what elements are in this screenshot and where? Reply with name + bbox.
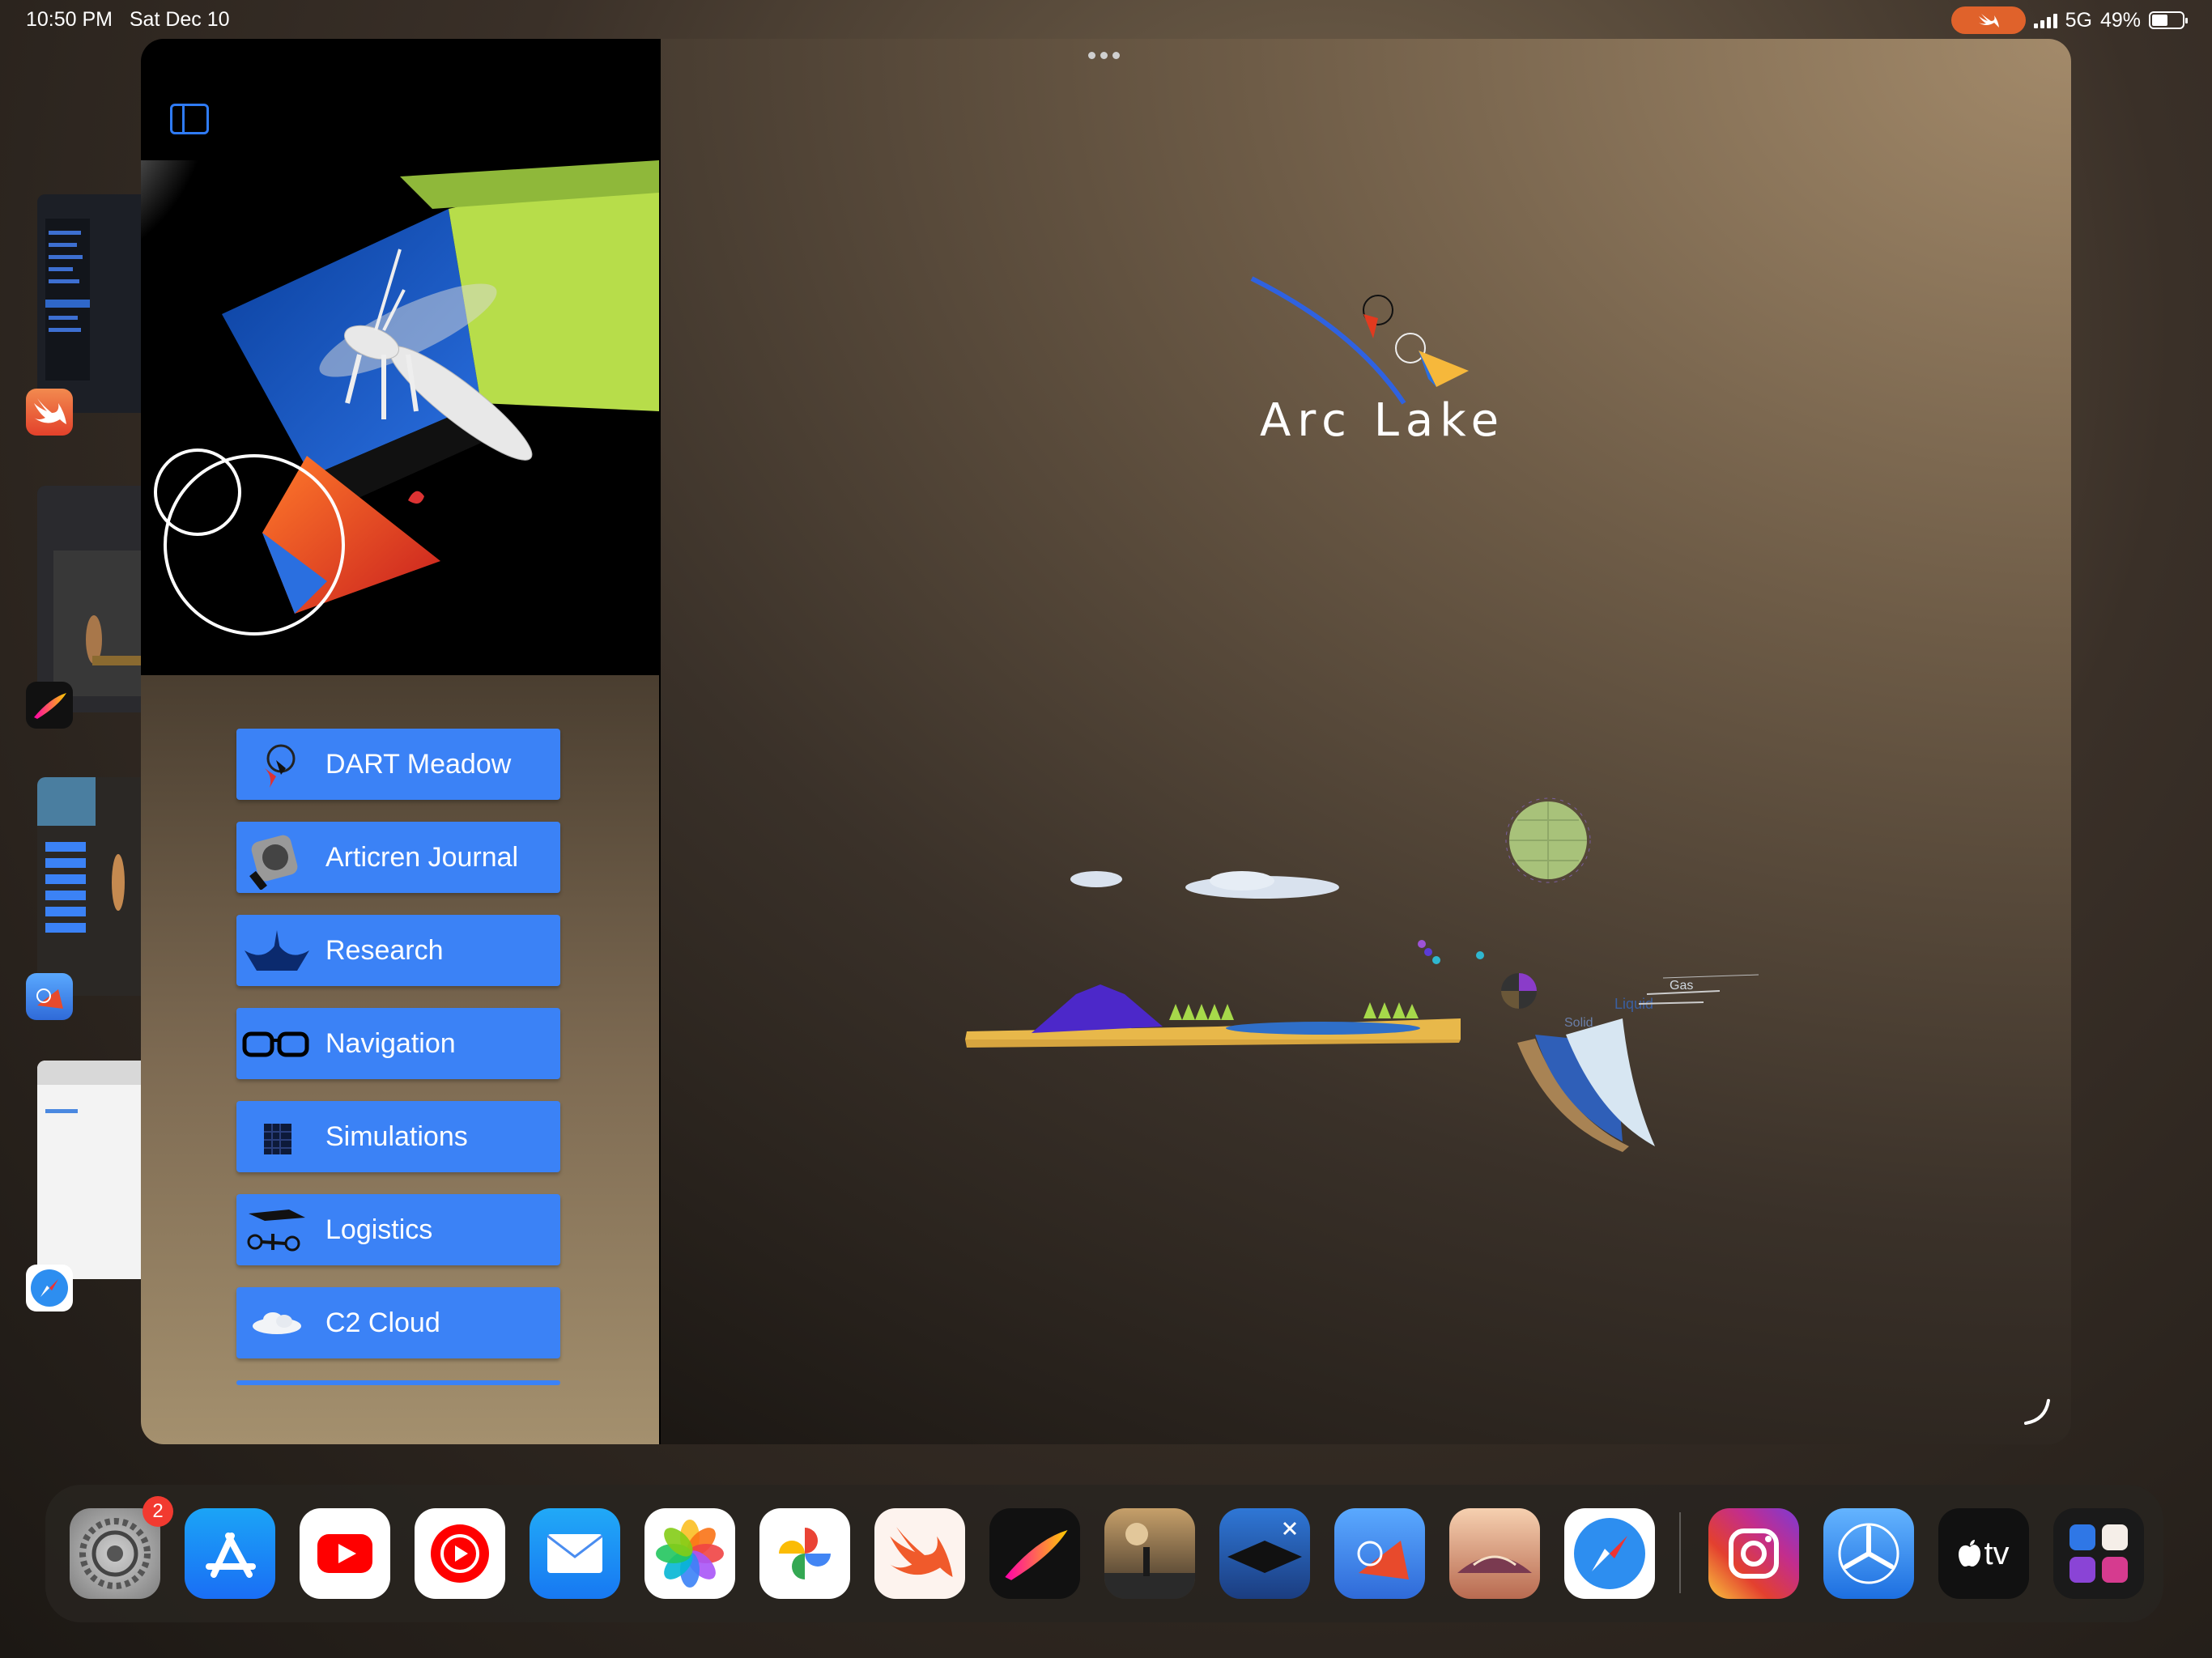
dock: tv	[45, 1485, 2163, 1622]
arc-lake-scene[interactable]: Arc Lake Solid Liquid Gas	[141, 39, 2071, 1444]
arc-lake-dock-icon[interactable]	[1334, 1508, 1425, 1599]
app-library-icon[interactable]	[2053, 1508, 2144, 1599]
app-window: DART Meadow Articren Journal Research Na…	[141, 39, 2071, 1444]
game-app-icon[interactable]	[1104, 1508, 1195, 1599]
mail-icon[interactable]	[530, 1508, 620, 1599]
app-thumbnail-swift[interactable]	[37, 194, 143, 413]
app-thumbnail-procreate[interactable]	[37, 486, 143, 712]
arc-lake-logo-text: Arc Lake	[1260, 394, 1505, 447]
settings-notification-badge: 2	[143, 1496, 173, 1527]
battery-icon	[2149, 11, 2188, 29]
cellular-signal-icon	[2033, 12, 2057, 28]
cloud-small	[1070, 871, 1122, 887]
phase-diagram: Solid Liquid Gas	[1517, 974, 1759, 1152]
app-thumbnail-arc-lake[interactable]	[37, 777, 143, 996]
status-time-date: 10:50 PM Sat Dec 10	[26, 8, 230, 31]
status-right: 5G 49%	[1950, 6, 2188, 34]
procreate-dock-icon[interactable]	[989, 1508, 1080, 1599]
testflight-icon[interactable]	[1823, 1508, 1914, 1599]
apple-tv-icon[interactable]: tv	[1938, 1508, 2029, 1599]
app-thumbnail-safari[interactable]	[37, 1061, 143, 1279]
globe	[1505, 797, 1591, 883]
swift-icon[interactable]	[26, 389, 73, 436]
battery-percentage: 49%	[2099, 8, 2141, 32]
swift-playgrounds-icon[interactable]	[874, 1508, 965, 1599]
arc-lake-app-icon[interactable]	[26, 973, 73, 1020]
photos-icon[interactable]	[644, 1508, 735, 1599]
status-bar: 10:50 PM Sat Dec 10 5G 49%	[0, 0, 2212, 39]
youtube-icon[interactable]	[300, 1508, 390, 1599]
procreate-icon[interactable]	[26, 682, 73, 729]
resize-handle-icon[interactable]	[2021, 1396, 2053, 1428]
solid-label: Solid	[1564, 1016, 1593, 1030]
molecule-spheres	[1418, 940, 1537, 1009]
island	[965, 984, 1461, 1048]
stealth-app-icon[interactable]	[1219, 1508, 1310, 1599]
swift-activity-pill[interactable]	[1950, 6, 2026, 34]
apple-logo-icon	[1959, 1540, 1981, 1567]
cloud-large	[1185, 871, 1339, 899]
app-store-icon[interactable]	[185, 1508, 275, 1599]
instagram-icon[interactable]	[1708, 1508, 1799, 1599]
gas-label: Gas	[1670, 979, 1693, 993]
dock-separator	[1679, 1512, 1681, 1593]
safari-icon[interactable]	[26, 1265, 73, 1312]
network-label: 5G	[2065, 8, 2092, 32]
arc-lake-logo: Arc Lake	[1250, 276, 1505, 447]
safari-dock-icon[interactable]	[1564, 1508, 1655, 1599]
sky-app-icon[interactable]	[1449, 1508, 1540, 1599]
google-photos-icon[interactable]	[759, 1508, 850, 1599]
youtube-music-icon[interactable]	[415, 1508, 505, 1599]
apple-tv-label: tv	[1984, 1535, 2010, 1571]
